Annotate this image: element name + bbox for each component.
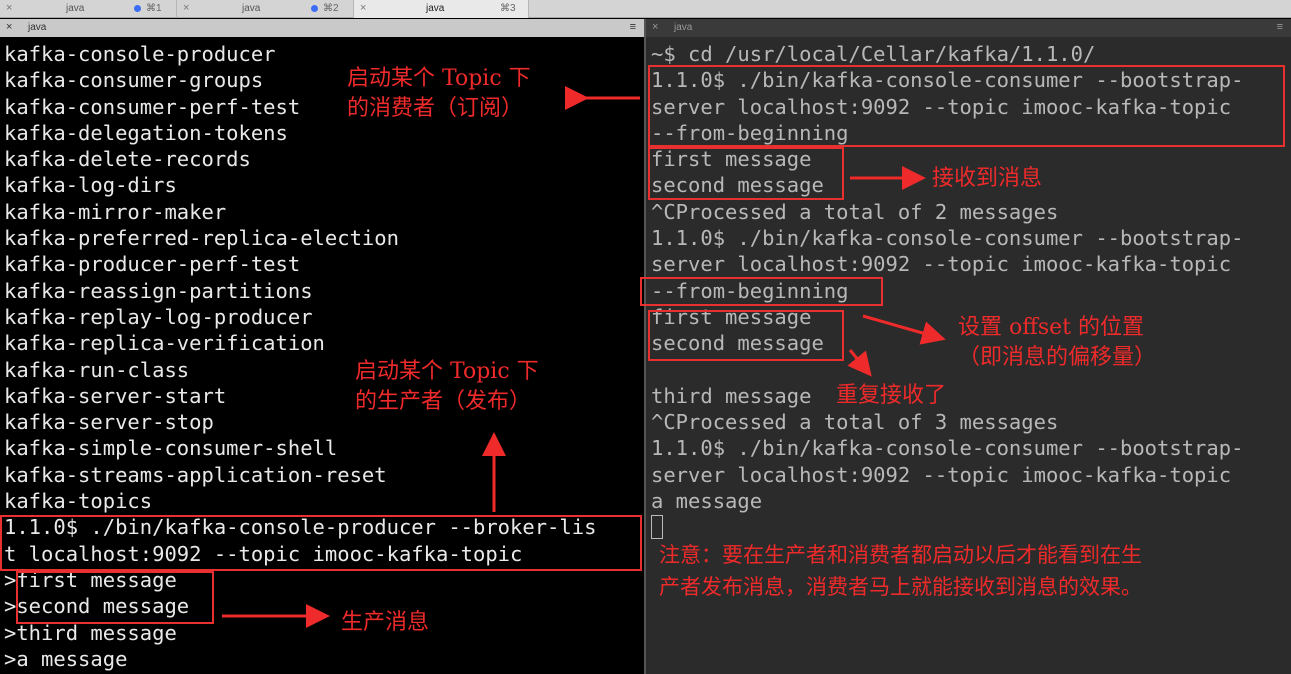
terminal-line: kafka-replica-verification	[4, 331, 325, 356]
terminal-line: kafka-replay-log-producer	[4, 304, 313, 329]
terminal-line: kafka-server-stop	[4, 410, 214, 435]
repeat-annotation: 重复接收了	[836, 383, 947, 408]
producer-start-annotation: 启动某个 Topic 下 的生产者（发布）	[355, 359, 539, 414]
repeated-messages-highlight-box	[648, 310, 844, 361]
from-beginning-highlight-box	[640, 277, 883, 306]
terminal-line: kafka-consumer-groups	[4, 68, 264, 93]
close-icon[interactable]: ×	[6, 2, 12, 14]
produce-annotation: 生产消息	[341, 610, 430, 635]
tab-shortcut: ⌘1	[146, 3, 162, 14]
received-annotation: 接收到消息	[932, 166, 1043, 191]
tab-shortcut: ⌘3	[500, 3, 516, 14]
terminal-line: a message	[651, 489, 763, 514]
close-icon[interactable]: ×	[652, 21, 658, 33]
tab-name: java	[242, 3, 261, 14]
terminal-line: kafka-mirror-maker	[4, 199, 227, 224]
window-tab-bar: × java ⌘1 × java ⌘2 × java ⌘3	[0, 0, 1291, 18]
right-pane-header: × java ≡	[646, 19, 1291, 37]
window-tab-3[interactable]: × java ⌘3	[353, 0, 529, 18]
received-messages-highlight-box	[648, 147, 844, 200]
producer-command-highlight-box	[0, 515, 642, 571]
terminal-line: kafka-streams-application-reset	[4, 462, 387, 487]
terminal-line: kafka-delete-records	[4, 147, 251, 172]
tab-shortcut: ⌘2	[323, 3, 339, 14]
window-tab-2[interactable]: × java ⌘2	[176, 0, 352, 18]
terminal-line: kafka-topics	[4, 489, 153, 514]
terminal-line: kafka-simple-consumer-shell	[4, 436, 338, 461]
terminal-line: kafka-delegation-tokens	[4, 120, 288, 145]
tab-name: java	[426, 3, 445, 14]
tab-name: java	[66, 3, 85, 14]
pane-title: java	[674, 22, 693, 33]
terminal-line: ~$ cd /usr/local/Cellar/kafka/1.1.0/	[651, 42, 1096, 66]
terminal-line: 1.1.0$ ./bin/kafka-console-consumer --bo…	[651, 226, 1244, 251]
terminal-line: kafka-consumer-perf-test	[4, 94, 301, 119]
terminal-line: kafka-producer-perf-test	[4, 252, 301, 277]
menu-icon[interactable]: ≡	[630, 21, 636, 33]
terminal-line: kafka-reassign-partitions	[4, 278, 313, 303]
left-pane-header: × java ≡	[0, 19, 644, 37]
terminal-line: kafka-console-producer	[4, 42, 276, 66]
close-icon[interactable]: ×	[6, 21, 12, 33]
terminal-line: >a message	[4, 646, 128, 671]
terminal-line: kafka-log-dirs	[4, 173, 177, 198]
produced-messages-highlight-box	[16, 571, 214, 624]
terminal-line: kafka-server-start	[4, 383, 227, 408]
terminal-line: server localhost:9092 --topic imooc-kafk…	[651, 252, 1232, 277]
close-icon[interactable]: ×	[183, 2, 189, 14]
terminal-line: ^CProcessed a total of 2 messages	[651, 199, 1059, 224]
consumer-command-highlight-box	[648, 65, 1285, 147]
close-icon[interactable]: ×	[360, 2, 366, 14]
terminal-prompt-line[interactable]	[651, 514, 1291, 540]
consumer-start-annotation: 启动某个 Topic 下 的消费者（订阅）	[347, 66, 531, 121]
menu-icon[interactable]: ≡	[1277, 21, 1283, 33]
terminal-line: kafka-run-class	[4, 357, 190, 382]
terminal-line: third message	[651, 383, 812, 408]
activity-dot-icon	[311, 5, 318, 12]
offset-annotation: 设置 offset 的位置 （即消息的偏移量）	[958, 315, 1157, 370]
activity-dot-icon	[134, 5, 141, 12]
terminal-line: kafka-preferred-replica-election	[4, 226, 399, 251]
window-tab-1[interactable]: × java ⌘1	[0, 0, 175, 18]
note-annotation: 注意：要在生产者和消费者都启动以后才能看到在生 产者发布消息，消费者马上就能接收…	[659, 543, 1142, 599]
terminal-line: 1.1.0$ ./bin/kafka-console-consumer --bo…	[651, 436, 1244, 461]
pane-title: java	[28, 22, 47, 33]
text-cursor	[651, 515, 663, 540]
terminal-line: server localhost:9092 --topic imooc-kafk…	[651, 462, 1232, 487]
terminal-line: ^CProcessed a total of 3 messages	[651, 410, 1059, 435]
